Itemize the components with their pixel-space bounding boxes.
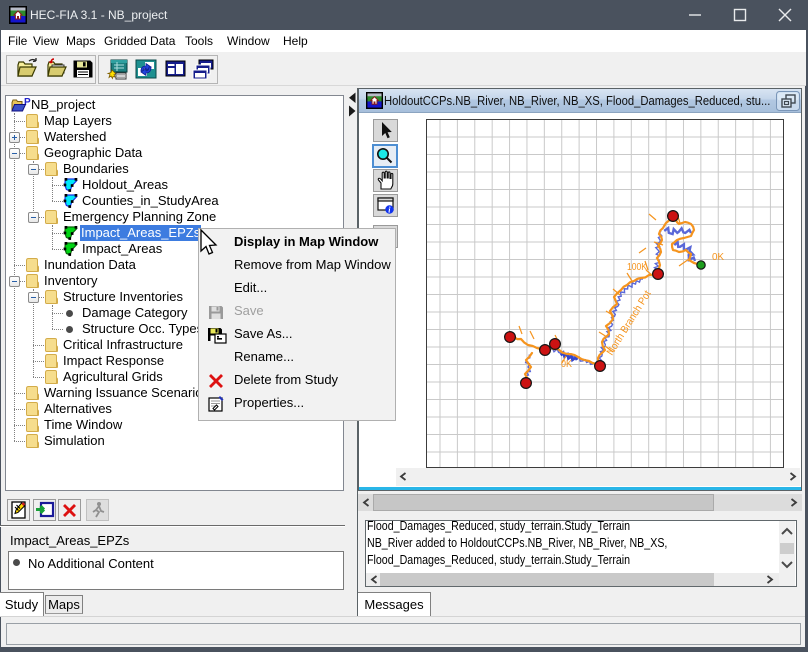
svg-text:0K: 0K (712, 251, 724, 263)
svg-text:100K: 100K (627, 261, 647, 273)
svg-text:0K: 0K (561, 358, 572, 370)
